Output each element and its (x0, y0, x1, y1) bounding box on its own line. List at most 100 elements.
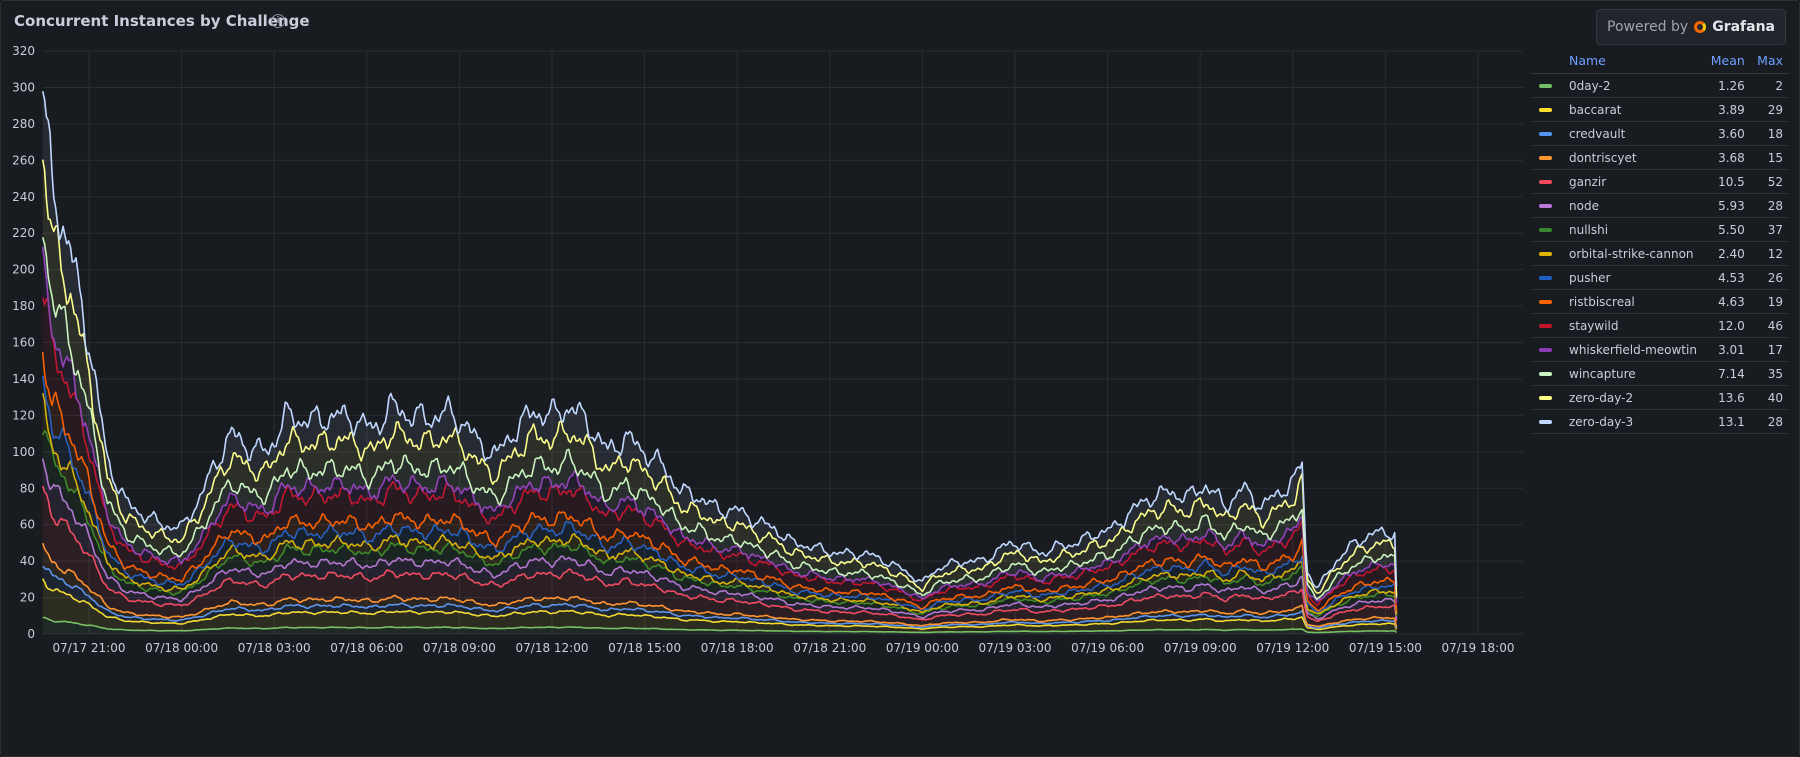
legend-series-name: zero-day-3 (1563, 409, 1705, 434)
x-tick-label: 07/19 00:00 (886, 641, 959, 655)
x-tick-label: 07/18 00:00 (145, 641, 218, 655)
y-tick-label: 40 (20, 554, 35, 568)
legend-series-mean: 5.50 (1704, 217, 1751, 242)
legend-series-mean: 4.53 (1704, 265, 1751, 290)
x-tick-label: 07/19 03:00 (979, 641, 1052, 655)
info-icon[interactable]: i (271, 14, 285, 28)
y-tick-label: 180 (12, 299, 35, 313)
legend-row[interactable]: credvault 3.60 18 (1531, 121, 1789, 146)
legend-series-mean: 4.63 (1704, 289, 1751, 314)
legend-row[interactable]: baccarat 3.89 29 (1531, 97, 1789, 122)
legend-series-mean: 3.60 (1704, 121, 1751, 146)
powered-by-label: Powered by (1607, 19, 1689, 35)
legend-row[interactable]: node 5.93 28 (1531, 193, 1789, 218)
panel-title: Concurrent Instances by Challenge (14, 12, 310, 30)
x-tick-label: 07/19 15:00 (1349, 641, 1422, 655)
powered-by-badge[interactable]: Powered by Grafana (1596, 9, 1786, 45)
x-tick-label: 07/18 18:00 (701, 641, 774, 655)
legend-header-mean[interactable]: Mean (1704, 51, 1751, 74)
x-tick-label: 07/18 12:00 (516, 641, 589, 655)
x-tick-label: 07/19 09:00 (1164, 641, 1237, 655)
x-tick-label: 07/18 09:00 (423, 641, 496, 655)
y-tick-label: 160 (12, 336, 35, 350)
x-tick-label: 07/19 18:00 (1442, 641, 1515, 655)
legend-row[interactable]: pusher 4.53 26 (1531, 265, 1789, 290)
y-tick-label: 20 (20, 591, 35, 605)
legend-row[interactable]: wincapture 7.14 35 (1531, 361, 1789, 386)
x-tick-label: 07/18 06:00 (330, 641, 403, 655)
y-tick-label: 120 (12, 408, 35, 422)
legend-row[interactable]: 0day-2 1.26 2 (1531, 73, 1789, 98)
y-tick-label: 80 (20, 481, 35, 495)
y-tick-label: 220 (12, 226, 35, 240)
x-tick-label: 07/18 15:00 (608, 641, 681, 655)
legend-series-name: credvault (1563, 121, 1705, 146)
legend-swatch (1539, 324, 1552, 328)
legend-swatch (1539, 228, 1552, 232)
legend-series-mean: 13.1 (1704, 409, 1751, 434)
legend-series-max: 15 (1750, 145, 1789, 170)
chart-panel: Concurrent Instances by Challenge i Powe… (0, 0, 1800, 757)
legend-row[interactable]: ristbiscreal 4.63 19 (1531, 289, 1789, 314)
legend-series-mean: 3.01 (1704, 337, 1751, 362)
legend-series-name: pusher (1563, 265, 1705, 290)
legend-row[interactable]: zero-day-3 13.1 28 (1531, 409, 1789, 434)
legend-swatch (1539, 108, 1552, 112)
legend-series-max: 18 (1750, 121, 1789, 146)
legend-series-max: 28 (1750, 193, 1789, 218)
legend-row[interactable]: ganzir 10.5 52 (1531, 169, 1789, 194)
legend-series-name: staywild (1563, 313, 1705, 338)
legend-row[interactable]: orbital-strike-cannon 2.40 12 (1531, 241, 1789, 266)
legend-series-mean: 1.26 (1704, 73, 1751, 98)
grafana-logo-icon (1694, 21, 1707, 33)
legend-series-max: 35 (1750, 361, 1789, 386)
legend-swatch (1539, 300, 1552, 304)
legend-swatch (1539, 180, 1552, 184)
x-tick-label: 07/19 12:00 (1256, 641, 1329, 655)
legend-series-name: wincapture (1563, 361, 1705, 386)
legend-swatch (1539, 396, 1552, 400)
x-tick-label: 07/18 03:00 (238, 641, 311, 655)
legend-series-name: nullshi (1563, 217, 1705, 242)
y-tick-label: 260 (12, 153, 35, 167)
x-tick-label: 07/17 21:00 (53, 641, 126, 655)
x-tick-label: 07/18 21:00 (793, 641, 866, 655)
y-tick-label: 240 (12, 190, 35, 204)
legend-series-mean: 2.40 (1704, 241, 1751, 266)
legend-series-max: 2 (1750, 73, 1789, 98)
y-tick-label: 280 (12, 117, 35, 131)
legend-series-name: node (1563, 193, 1705, 218)
legend-series-name: 0day-2 (1563, 73, 1705, 98)
grafana-brand: Grafana (1712, 19, 1775, 35)
legend-row[interactable]: whiskerfield-meowtin 3.01 17 (1531, 337, 1789, 362)
legend-series-max: 40 (1750, 385, 1789, 410)
legend-row[interactable]: dontriscyet 3.68 15 (1531, 145, 1789, 170)
legend-series-max: 37 (1750, 217, 1789, 242)
legend-series-name: orbital-strike-cannon (1563, 241, 1705, 266)
legend-row[interactable]: nullshi 5.50 37 (1531, 217, 1789, 242)
y-tick-label: 60 (20, 518, 35, 532)
legend-row[interactable]: staywild 12.0 46 (1531, 313, 1789, 338)
legend-swatch (1539, 372, 1552, 376)
legend-header-max[interactable]: Max (1750, 51, 1789, 74)
legend-header-name[interactable]: Name (1563, 51, 1705, 74)
legend-series-name: ristbiscreal (1563, 289, 1705, 314)
legend-series-max: 52 (1750, 169, 1789, 194)
legend-series-name: zero-day-2 (1563, 385, 1705, 410)
y-tick-label: 200 (12, 263, 35, 277)
legend-series-name: whiskerfield-meowtin (1563, 337, 1705, 362)
y-tick-label: 300 (12, 80, 35, 94)
legend-series-max: 17 (1750, 337, 1789, 362)
legend-row[interactable]: zero-day-2 13.6 40 (1531, 385, 1789, 410)
legend-swatch (1539, 420, 1552, 424)
legend-swatch (1539, 252, 1552, 256)
legend-swatch (1539, 348, 1552, 352)
legend-series-name: baccarat (1563, 97, 1705, 122)
legend-series-max: 12 (1750, 241, 1789, 266)
x-tick-label: 07/19 06:00 (1071, 641, 1144, 655)
legend-series-max: 19 (1750, 289, 1789, 314)
legend-swatch (1539, 204, 1552, 208)
legend-swatch (1539, 84, 1552, 88)
legend-series-name: ganzir (1563, 169, 1705, 194)
legend-swatch (1539, 276, 1552, 280)
